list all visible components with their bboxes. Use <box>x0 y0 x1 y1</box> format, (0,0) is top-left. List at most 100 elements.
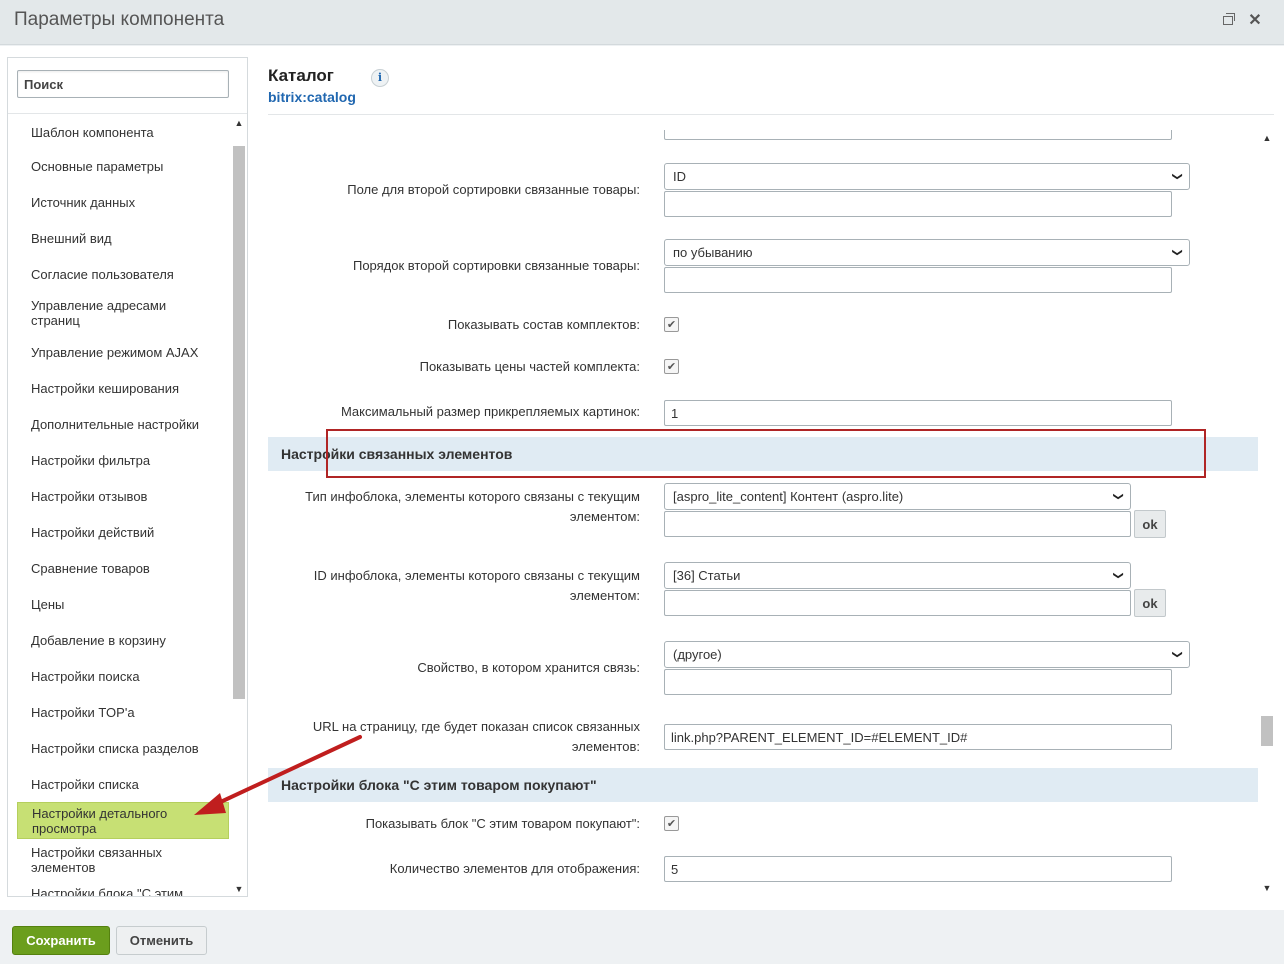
select-value: ID <box>673 169 686 184</box>
show-set-prices-label: Показывать цены частей комплекта: <box>419 359 640 374</box>
highlight-frame <box>326 429 1206 478</box>
sidebar-item-label: Настройки отзывов <box>31 488 148 504</box>
sidebar-item-cache[interactable]: Настройки кеширования <box>17 370 229 406</box>
show-bought-checkbox[interactable]: ✔ <box>664 816 679 831</box>
sidebar-item-ajax[interactable]: Управление режимом AJAX <box>17 334 229 370</box>
dialog-titlebar: Параметры компонента ✕ <box>0 0 1284 45</box>
previous-field-input[interactable] <box>664 130 1172 140</box>
sidebar-item-label: Сравнение товаров <box>31 560 150 576</box>
sidebar-item-detail[interactable]: Настройки детального просмотра <box>17 802 229 839</box>
sidebar-scroll-thumb[interactable] <box>233 146 245 699</box>
restore-icon <box>1223 12 1235 25</box>
sidebar-item-page-urls[interactable]: Управление адресами страниц <box>17 292 229 334</box>
sidebar-item-reviews[interactable]: Настройки отзывов <box>17 478 229 514</box>
sidebar-item-label: Основные параметры <box>31 158 164 174</box>
sidebar-item-label: Настройки кеширования <box>31 380 180 396</box>
cancel-button[interactable]: Отменить <box>116 926 207 955</box>
select-value: [36] Статьи <box>673 568 741 583</box>
chevron-down-icon: ❯ <box>1112 571 1124 580</box>
main-scrollbar[interactable]: ▲ ▼ <box>1260 133 1274 893</box>
order2-select[interactable]: по убыванию ❯ <box>664 239 1190 266</box>
dialog-content: Шаблон компонента Основные параметры Ист… <box>0 46 1284 910</box>
chevron-down-icon: ❯ <box>1171 172 1183 181</box>
show-set-checkbox[interactable]: ✔ <box>664 317 679 332</box>
show-set-prices-checkbox[interactable]: ✔ <box>664 359 679 374</box>
sidebar-item-filter[interactable]: Настройки фильтра <box>17 442 229 478</box>
sidebar-item-section-list[interactable]: Настройки списка разделов <box>17 730 229 766</box>
sidebar-item-search[interactable]: Настройки поиска <box>17 658 229 694</box>
scroll-up-icon[interactable]: ▲ <box>1261 133 1273 143</box>
sidebar-item-list[interactable]: Настройки списка <box>17 766 229 802</box>
scroll-down-icon[interactable]: ▼ <box>234 884 244 894</box>
sidebar-item-label: Цены <box>31 596 65 612</box>
sidebar-item-label: Настройки поиска <box>31 668 140 684</box>
close-window-button[interactable]: ✕ <box>1247 12 1263 29</box>
property-custom-input[interactable] <box>664 669 1172 695</box>
max-image-input[interactable] <box>664 400 1172 426</box>
close-icon: ✕ <box>1248 12 1262 29</box>
sidebar-item-appearance[interactable]: Внешний вид <box>17 220 229 256</box>
search-input[interactable] <box>17 70 229 98</box>
dialog-title: Параметры компонента <box>14 9 225 30</box>
select-value: по убыванию <box>673 245 753 260</box>
sidebar-item-add-to-cart[interactable]: Добавление в корзину <box>17 622 229 658</box>
sidebar-item-label: Настройки списка разделов <box>31 740 199 756</box>
iblock-type-ok-button[interactable]: ok <box>1134 510 1166 538</box>
sidebar-item-linked[interactable]: Настройки связанных элементов <box>17 839 229 881</box>
sidebar-item-label: Настройки списка <box>31 776 139 792</box>
sidebar-item-top[interactable]: Настройки TOP'а <box>17 694 229 730</box>
sidebar-item-label: Добавление в корзину <box>31 632 166 648</box>
info-icon[interactable]: i <box>371 69 389 87</box>
chevron-down-icon: ❯ <box>1112 492 1124 501</box>
sidebar-item-label: Управление режимом AJAX <box>31 344 199 360</box>
iblock-type-custom-input[interactable] <box>664 511 1131 537</box>
sort2-select[interactable]: ID ❯ <box>664 163 1190 190</box>
order2-custom-input[interactable] <box>664 267 1172 293</box>
sidebar-item-label: Настройки блока "С этим <box>31 885 184 897</box>
scroll-down-icon[interactable]: ▼ <box>1261 883 1273 893</box>
check-icon: ✔ <box>666 361 677 373</box>
property-select[interactable]: (другое) ❯ <box>664 641 1190 668</box>
sort2-label: Поле для второй сортировки связанные тов… <box>347 182 640 197</box>
sidebar-item-bought-block[interactable]: Настройки блока "С этим <box>17 881 229 897</box>
sort2-custom-input[interactable] <box>664 191 1172 217</box>
component-name: Каталог <box>268 66 334 85</box>
iblock-id-custom-input[interactable] <box>664 590 1131 616</box>
sidebar-item-compare[interactable]: Сравнение товаров <box>17 550 229 586</box>
count-input[interactable] <box>664 856 1172 882</box>
sidebar-item-label: Настройки фильтра <box>31 452 151 468</box>
main-scroll-thumb[interactable] <box>1261 716 1273 746</box>
sidebar-item-main-params[interactable]: Основные параметры <box>17 148 229 184</box>
sidebar-item-label: Настройки действий <box>31 524 155 540</box>
sidebar-item-template[interactable]: Шаблон компонента <box>17 116 229 148</box>
sidebar-item-prices[interactable]: Цены <box>17 586 229 622</box>
chevron-down-icon: ❯ <box>1171 650 1183 659</box>
restore-window-button[interactable] <box>1220 12 1236 28</box>
sidebar-list: Шаблон компонента Основные параметры Ист… <box>17 116 229 896</box>
sidebar: Шаблон компонента Основные параметры Ист… <box>7 57 248 897</box>
sidebar-item-label: Настройки связанных элементов <box>31 845 163 875</box>
sidebar-item-actions[interactable]: Настройки действий <box>17 514 229 550</box>
sidebar-item-label: Дополнительные настройки <box>31 416 200 432</box>
sidebar-item-label: Настройки детального просмотра <box>32 805 168 836</box>
iblock-id-select[interactable]: [36] Статьи ❯ <box>664 562 1131 589</box>
sidebar-item-label: Согласие пользователя <box>31 266 174 282</box>
show-set-label: Показывать состав комплектов: <box>447 317 640 332</box>
check-icon: ✔ <box>666 319 677 331</box>
sidebar-scrollbar[interactable]: ▲ ▼ <box>231 116 247 896</box>
property-label: Свойство, в котором хранится связь: <box>417 660 640 675</box>
url-input[interactable] <box>664 724 1172 750</box>
save-button[interactable]: Сохранить <box>12 926 110 955</box>
iblock-id-ok-button[interactable]: ok <box>1134 589 1166 617</box>
scroll-up-icon[interactable]: ▲ <box>234 118 244 128</box>
sidebar-item-label: Внешний вид <box>31 230 112 246</box>
sidebar-item-additional[interactable]: Дополнительные настройки <box>17 406 229 442</box>
sidebar-item-label: Шаблон компонента <box>31 124 154 140</box>
sidebar-item-data-source[interactable]: Источник данных <box>17 184 229 220</box>
url-label: URL на страницу, где будет показан списо… <box>312 719 640 754</box>
select-value: (другое) <box>673 647 722 662</box>
dialog-footer: Сохранить Отменить <box>0 910 1284 964</box>
sidebar-item-user-consent[interactable]: Согласие пользователя <box>17 256 229 292</box>
component-code: bitrix:catalog <box>268 89 356 105</box>
iblock-type-select[interactable]: [aspro_lite_content] Контент (aspro.lite… <box>664 483 1131 510</box>
